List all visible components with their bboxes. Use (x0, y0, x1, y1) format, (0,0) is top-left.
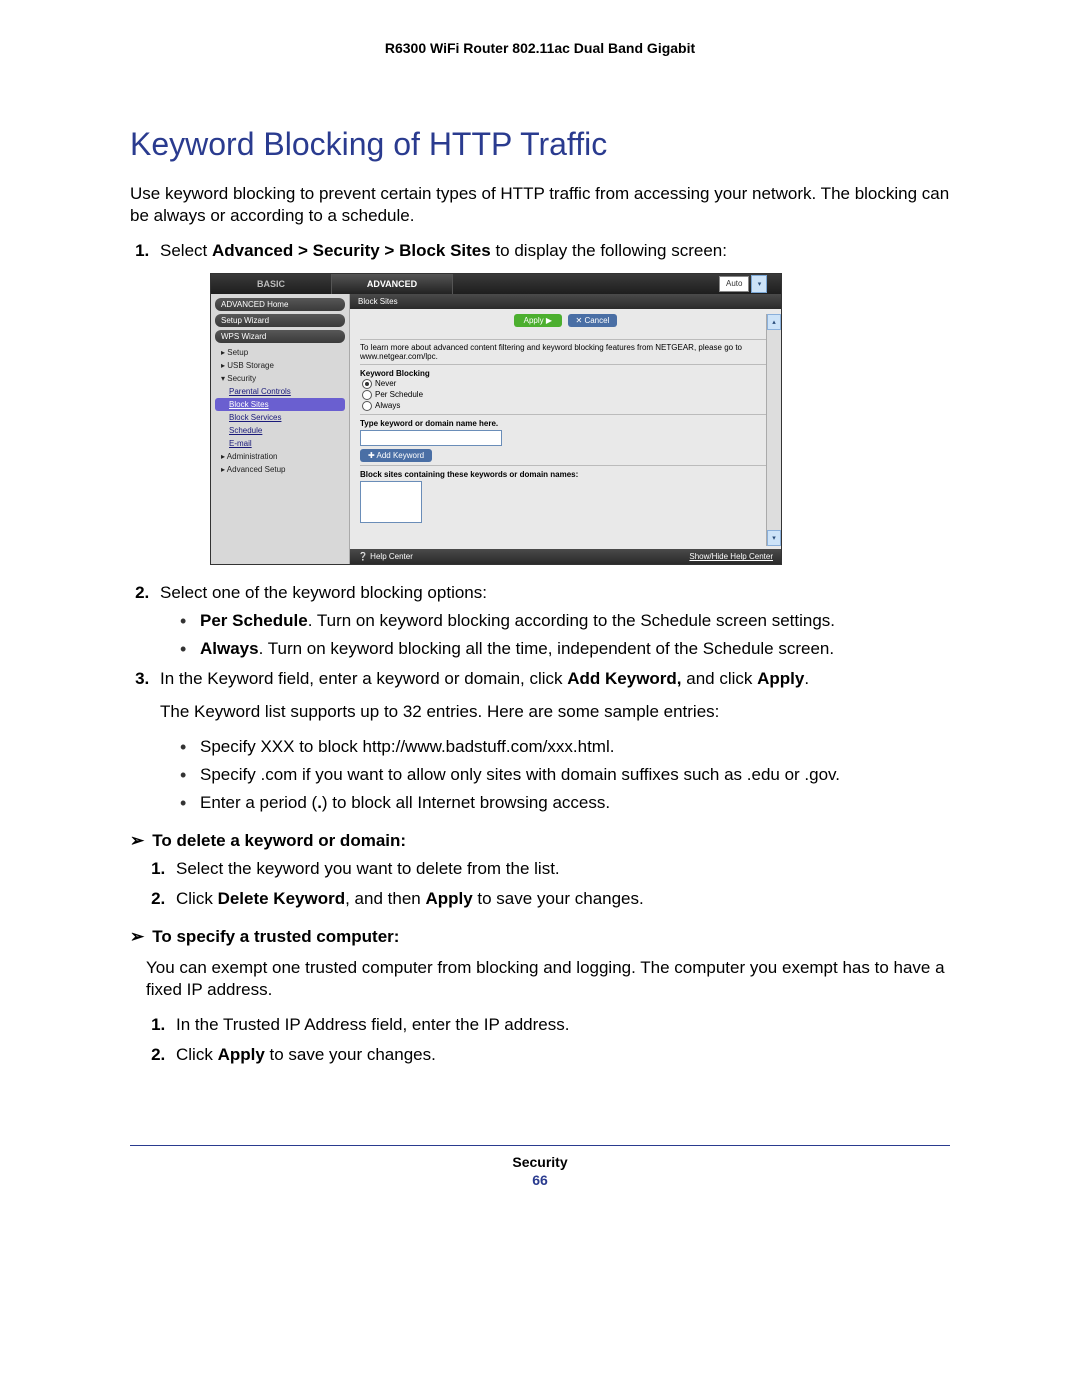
radio-icon (362, 401, 372, 411)
step1-pre: Select (160, 241, 212, 260)
doc-header: R6300 WiFi Router 802.11ac Dual Band Gig… (130, 40, 950, 56)
tr2-post: to save your changes. (265, 1045, 436, 1064)
auto-select[interactable]: Auto ▾ (717, 274, 781, 294)
step2-b1-rest: . Turn on keyword blocking according to … (308, 611, 835, 630)
delete-steps: Select the keyword you want to delete fr… (146, 859, 950, 909)
proc-trusted-label: To specify a trusted computer: (152, 927, 399, 946)
tab-bar: BASIC ADVANCED Auto ▾ (211, 274, 781, 294)
radio-never[interactable]: Never (362, 379, 771, 389)
keyword-blocking-label: Keyword Blocking (360, 369, 771, 378)
step2-bullet-1: Per Schedule. Turn on keyword blocking a… (180, 611, 950, 631)
sidebar-group-admin[interactable]: ▸ Administration (215, 450, 345, 463)
del2-b1: Delete Keyword (218, 889, 346, 908)
step-2: Select one of the keyword blocking optio… (154, 583, 950, 659)
type-keyword-label: Type keyword or domain name here. (360, 419, 771, 428)
radio-always-label: Always (375, 401, 400, 410)
cancel-button[interactable]: ✕ Cancel (568, 314, 618, 327)
step2-b2-rest: . Turn on keyword blocking all the time,… (259, 639, 835, 658)
section-title: Keyword Blocking of HTTP Traffic (130, 126, 950, 163)
proc-delete-heading: ➢ To delete a keyword or domain: (130, 831, 950, 851)
step-1: Select Advanced > Security > Block Sites… (154, 241, 950, 565)
footer-page-number: 66 (130, 1172, 950, 1188)
step3-pre: In the Keyword field, enter a keyword or… (160, 669, 567, 688)
trusted-intro: You can exempt one trusted computer from… (146, 957, 950, 1001)
learn-more-text: To learn more about advanced content fil… (360, 343, 771, 361)
del2-pre: Click (176, 889, 218, 908)
apply-button[interactable]: Apply ▶ (514, 314, 562, 327)
step3-b1: Add Keyword, (567, 669, 681, 688)
scrollbar[interactable]: ▴ ▾ (766, 314, 781, 546)
arrow-icon: ➢ (130, 927, 144, 946)
tr2-b: Apply (218, 1045, 265, 1064)
radio-sched-label: Per Schedule (375, 390, 423, 399)
del2-mid: , and then (345, 889, 425, 908)
panel-title: Block Sites (350, 294, 781, 309)
sidebar-group-usb[interactable]: ▸ USB Storage (215, 359, 345, 372)
sample-2: Specify .com if you want to allow only s… (180, 765, 950, 785)
radio-icon (362, 390, 372, 400)
tab-advanced[interactable]: ADVANCED (332, 274, 453, 294)
tab-basic[interactable]: BASIC (211, 274, 332, 294)
sidebar-item-email[interactable]: E-mail (215, 437, 345, 450)
step1-post: to display the following screen: (491, 241, 727, 260)
step1-bold: Advanced > Security > Block Sites (212, 241, 491, 260)
step2-b2-bold: Always (200, 639, 259, 658)
del2-post: to save your changes. (473, 889, 644, 908)
radio-icon (362, 379, 372, 389)
intro-paragraph: Use keyword blocking to prevent certain … (130, 183, 950, 227)
proc-delete-label: To delete a keyword or domain: (152, 831, 406, 850)
sidebar-group-security[interactable]: ▾ Security (215, 372, 345, 385)
keyword-input[interactable] (360, 430, 502, 446)
screenshot: BASIC ADVANCED Auto ▾ ADVANCED Home Setu… (210, 273, 950, 565)
step3-b2: Apply (757, 669, 804, 688)
radio-always[interactable]: Always (362, 401, 771, 411)
step2-text: Select one of the keyword blocking optio… (160, 583, 487, 602)
radio-per-schedule[interactable]: Per Schedule (362, 390, 771, 400)
footer-section: Security (130, 1154, 950, 1170)
show-hide-help-link[interactable]: Show/Hide Help Center (689, 552, 773, 561)
auto-label: Auto (719, 276, 749, 292)
sample-1: Specify XXX to block http://www.badstuff… (180, 737, 950, 757)
trusted-steps: In the Trusted IP Address field, enter t… (146, 1015, 950, 1065)
arrow-icon: ➢ (130, 831, 144, 850)
sidebar-group-setup[interactable]: ▸ Setup (215, 346, 345, 359)
add-keyword-button[interactable]: ✚ Add Keyword (360, 449, 432, 462)
tr-step-1: In the Trusted IP Address field, enter t… (170, 1015, 950, 1035)
footer: Security 66 (130, 1145, 950, 1188)
scroll-down-icon[interactable]: ▾ (767, 530, 781, 546)
del2-b2: Apply (425, 889, 472, 908)
del-step-2: Click Delete Keyword, and then Apply to … (170, 889, 950, 909)
sidebar-item-parental[interactable]: Parental Controls (215, 385, 345, 398)
block-list[interactable] (360, 481, 422, 523)
radio-never-label: Never (375, 379, 396, 388)
scroll-up-icon[interactable]: ▴ (767, 314, 781, 330)
block-list-label: Block sites containing these keywords or… (360, 470, 771, 479)
sidebar: ADVANCED Home Setup Wizard WPS Wizard ▸ … (211, 294, 350, 564)
chevron-down-icon[interactable]: ▾ (751, 275, 767, 293)
step3-mid: and click (682, 669, 758, 688)
sidebar-item-setup-wizard[interactable]: Setup Wizard (215, 314, 345, 327)
main-panel: Block Sites Apply ▶ ✕ Cancel To learn mo… (350, 294, 781, 564)
step2-bullet-2: Always. Turn on keyword blocking all the… (180, 639, 950, 659)
help-center-label[interactable]: ❔ Help Center (358, 552, 413, 561)
proc-trusted-heading: ➢ To specify a trusted computer: (130, 927, 950, 947)
sidebar-item-advanced-home[interactable]: ADVANCED Home (215, 298, 345, 311)
step-3: In the Keyword field, enter a keyword or… (154, 669, 950, 813)
sidebar-item-block-services[interactable]: Block Services (215, 411, 345, 424)
sidebar-item-schedule[interactable]: Schedule (215, 424, 345, 437)
step2-b1-bold: Per Schedule (200, 611, 308, 630)
sample-3: Enter a period (.) to block all Internet… (180, 793, 950, 813)
sidebar-item-wps-wizard[interactable]: WPS Wizard (215, 330, 345, 343)
step3-post: . (804, 669, 809, 688)
main-steps: Select Advanced > Security > Block Sites… (130, 241, 950, 813)
tr-step-2: Click Apply to save your changes. (170, 1045, 950, 1065)
tr2-pre: Click (176, 1045, 218, 1064)
del-step-1: Select the keyword you want to delete fr… (170, 859, 950, 879)
sidebar-item-block-sites[interactable]: Block Sites (215, 398, 345, 411)
sidebar-group-adv-setup[interactable]: ▸ Advanced Setup (215, 463, 345, 476)
step3-note: The Keyword list supports up to 32 entri… (160, 701, 950, 723)
